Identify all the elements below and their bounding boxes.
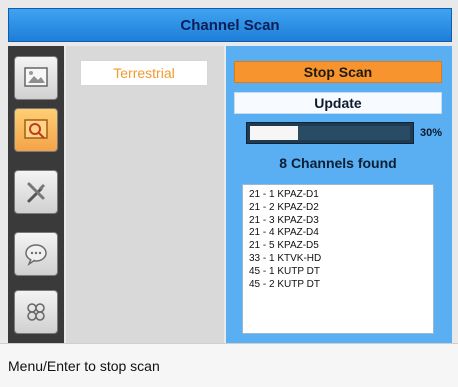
stop-scan-button[interactable]: Stop Scan [234, 61, 442, 83]
update-button[interactable]: Update [234, 92, 442, 114]
apps-button[interactable] [14, 290, 58, 334]
scan-progress-bar [246, 122, 414, 144]
page-title: Channel Scan [180, 16, 280, 34]
channel-list-item[interactable]: 45 - 2 KUTP DT [249, 279, 427, 292]
update-label: Update [314, 95, 362, 111]
screen-frame: Channel Scan Terrestrial Stop Scan Updat… [0, 0, 458, 344]
stop-scan-label: Stop Scan [303, 64, 373, 80]
title-bar: Channel Scan [8, 8, 452, 42]
channel-list-item[interactable]: 45 - 1 KUTP DT [249, 266, 427, 279]
tab-terrestrial[interactable]: Terrestrial [80, 60, 208, 86]
scan-panel: Stop Scan Update 30% 8 Channels found 21… [226, 46, 452, 344]
channel-list-item[interactable]: 21 - 5 KPAZ-D5 [249, 240, 427, 253]
channel-search-button[interactable] [14, 108, 58, 152]
channel-search-icon [24, 119, 48, 139]
picture-settings-button[interactable] [14, 56, 58, 100]
tab-terrestrial-label: Terrestrial [113, 65, 175, 81]
channel-list-item[interactable]: 21 - 3 KPAZ-D3 [249, 215, 427, 228]
chat-icon [25, 244, 47, 266]
channel-list-item[interactable]: 33 - 1 KTVK-HD [249, 253, 427, 266]
apps-icon [27, 303, 45, 321]
channel-list[interactable]: 21 - 1 KPAZ-D1 21 - 2 KPAZ-D2 21 - 3 KPAZ-… [242, 184, 434, 334]
channel-list-item[interactable]: 21 - 4 KPAZ-D4 [249, 227, 427, 240]
menu-sidebar [8, 46, 64, 344]
progress-fill [250, 126, 298, 140]
channels-found-label: 8 Channels found [279, 155, 397, 171]
status-hint: Menu/Enter to stop scan [8, 357, 160, 374]
channel-list-item[interactable]: 21 - 1 KPAZ-D1 [249, 189, 427, 202]
status-bar: Menu/Enter to stop scan [0, 343, 458, 387]
chat-button[interactable] [14, 232, 58, 276]
tools-icon [27, 182, 45, 203]
source-panel: Terrestrial [66, 46, 224, 344]
tools-button[interactable] [14, 170, 58, 214]
progress-percent: 30% [420, 127, 443, 139]
channel-list-item[interactable]: 21 - 2 KPAZ-D2 [249, 202, 427, 215]
progress-track [250, 126, 410, 140]
picture-settings-icon [24, 67, 48, 87]
